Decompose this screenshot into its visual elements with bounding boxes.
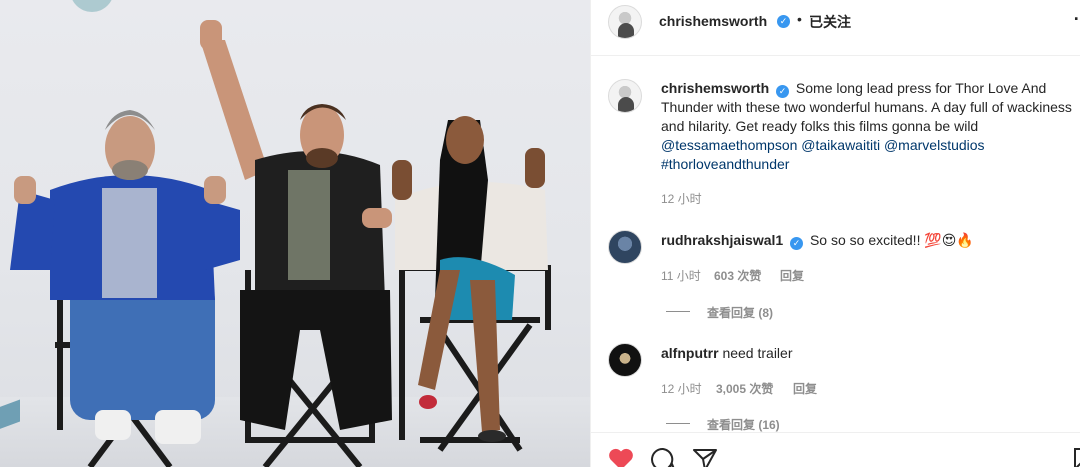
comment-icon[interactable]: [650, 447, 676, 467]
mention-marvelstudios[interactable]: @marvelstudios: [884, 137, 985, 153]
verified-badge-icon: ✓: [776, 85, 790, 98]
comment-likes[interactable]: 603 次赞: [714, 267, 761, 284]
verified-badge-icon: ✓: [777, 15, 790, 28]
share-paper-plane-icon[interactable]: [692, 447, 718, 467]
hashtag-thorloveandthunder[interactable]: #thorloveandthunder: [661, 156, 789, 172]
comment-avatar-alfnputrr[interactable]: [608, 343, 642, 377]
more-options-icon[interactable]: …: [1073, 4, 1080, 25]
verified-badge-icon: ✓: [790, 237, 804, 250]
comment-timestamp[interactable]: 12 小时: [661, 380, 702, 397]
header-separator: •: [797, 11, 802, 27]
comment-avatar-rudhrakshjaiswal1[interactable]: [608, 230, 642, 264]
post-header: chrishemsworth ✓ • 已关注 …: [591, 0, 1080, 56]
comment-username[interactable]: rudhrakshjaiswal1: [661, 232, 783, 248]
comment-alfnputrr: alfnputrr need trailer: [661, 344, 793, 362]
photo-scene: [10, 20, 551, 467]
comment-reply-button[interactable]: 回复: [780, 267, 804, 284]
caption-author-avatar[interactable]: [608, 79, 642, 113]
post-caption: chrishemsworth ✓ Some long lead press fo…: [661, 79, 1080, 174]
replies-divider: [666, 311, 690, 312]
like-heart-icon[interactable]: [608, 447, 634, 467]
comment-text: need trailer: [722, 345, 793, 361]
comment-text: So so so excited!! 💯😍🔥: [809, 232, 974, 248]
person-right: [392, 116, 548, 442]
view-replies-button[interactable]: 查看回复 (16): [707, 416, 780, 433]
author-avatar[interactable]: [608, 5, 642, 39]
save-bookmark-icon[interactable]: [1073, 447, 1080, 467]
comment-username[interactable]: alfnputrr: [661, 345, 719, 361]
view-replies-button[interactable]: 查看回复 (8): [707, 304, 773, 321]
comment-rudhrakshjaiswal1: rudhrakshjaiswal1 ✓ So so so excited!! 💯…: [661, 231, 974, 250]
mention-taikawaititi[interactable]: @taikawaititi: [801, 137, 880, 153]
post-actions-bar: [591, 432, 1080, 467]
caption-timestamp[interactable]: 12 小时: [661, 190, 702, 207]
comment-reply-button[interactable]: 回复: [793, 380, 817, 397]
post-sidebar: chrishemsworth ✓ • 已关注 … chrishemsworth …: [590, 0, 1080, 467]
caption-username[interactable]: chrishemsworth: [661, 80, 769, 96]
mention-tessamaethompson[interactable]: @tessamaethompson: [661, 137, 797, 153]
comment-likes[interactable]: 3,005 次赞: [716, 380, 773, 397]
follow-status-button[interactable]: 已关注: [809, 12, 851, 32]
comment-timestamp[interactable]: 11 小时: [661, 267, 701, 284]
person-left: [10, 110, 240, 444]
post-photo[interactable]: [0, 0, 590, 467]
replies-divider: [666, 423, 690, 424]
header-username[interactable]: chrishemsworth: [659, 13, 767, 29]
